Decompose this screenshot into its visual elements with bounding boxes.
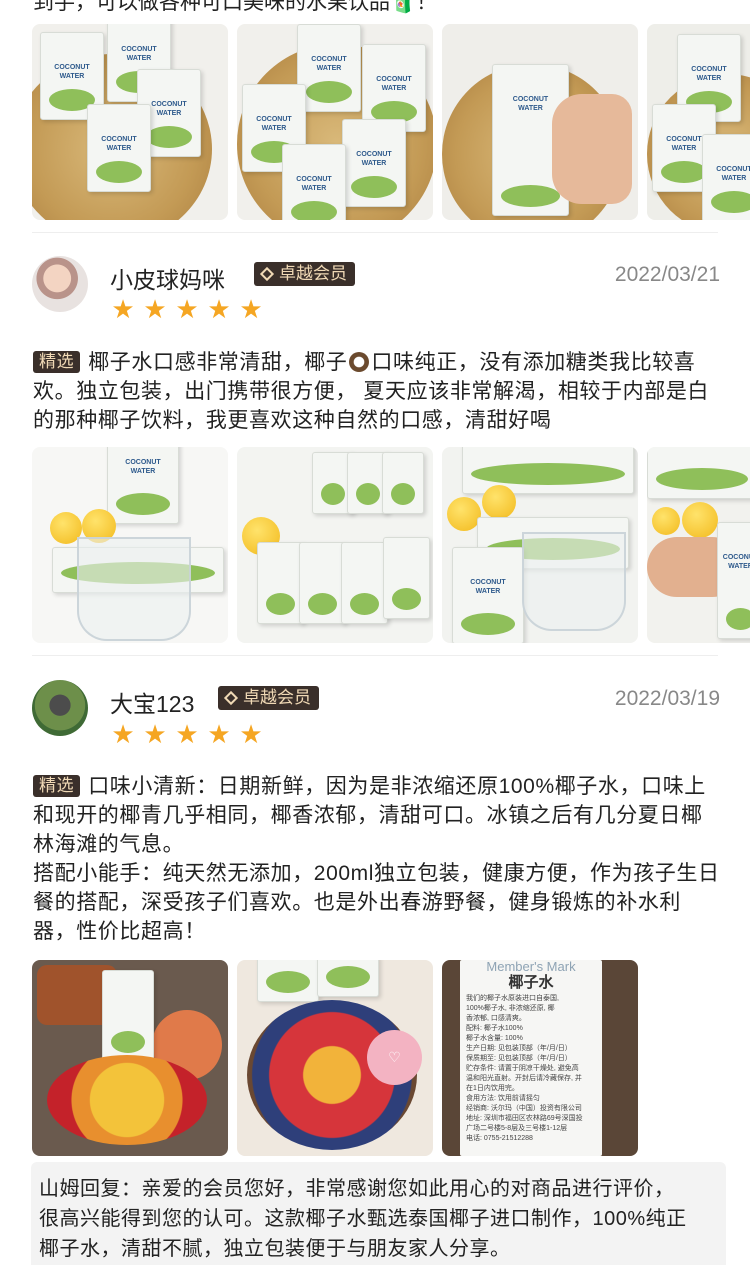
star-icon: ★	[111, 294, 135, 324]
review-photo[interactable]: COCONUT WATER COCONUT WATER COCONUT WATE…	[237, 24, 433, 220]
label-line: 广场二号楼5-8层及三号楼1-12层	[466, 1125, 568, 1132]
member-badge: 卓越会员	[254, 262, 355, 286]
label-line: 保质期至: 见包装顶部（年/月/日）	[466, 1055, 572, 1062]
star-icon: ★	[143, 294, 167, 324]
review-photo[interactable]: COCONUT WATER COCONUT WATER COCONUT WATE…	[32, 24, 228, 220]
review-photo[interactable]	[32, 960, 228, 1156]
label-line: 100%椰子水, 非浓缩还原, 椰	[466, 1005, 555, 1012]
diamond-icon	[223, 690, 239, 706]
divider	[32, 232, 718, 233]
label-line: 我们的椰子水原装进口自泰国,	[466, 995, 559, 1002]
label-line: 配料: 椰子水100%	[466, 1025, 523, 1032]
review-photos: ♡ Member's Mark 椰子水 我们的椰子水原装进口自泰国, 100%椰子…	[32, 960, 638, 1156]
label-line: 地址: 深圳市福田区农林路69号深国投	[466, 1115, 583, 1122]
review-photo[interactable]: Member's Mark 椰子水 我们的椰子水原装进口自泰国, 100%椰子水,…	[442, 960, 638, 1156]
review-paragraph: 搭配小能手：纯天然无添加，200ml独立包装，健康方便，作为孩子生日餐的搭配，深…	[33, 862, 720, 943]
review-photos: COCONUT WATER COCONUT WATER COCON WATE	[32, 447, 750, 643]
review-photo[interactable]: ♡	[237, 960, 433, 1156]
review-photo[interactable]	[237, 447, 433, 643]
label-line: 贮存条件: 请置于阴凉干燥处, 避免高	[466, 1065, 579, 1072]
star-icon: ★	[175, 294, 199, 324]
label-line: 香浓郁, 口感清爽。	[466, 1015, 526, 1022]
username[interactable]: 大宝123	[110, 685, 194, 719]
star-icon: ★	[239, 719, 263, 749]
star-rating: ★ ★ ★ ★ ★	[111, 719, 263, 749]
review-text: 精选 椰子水口感非常清甜，椰子 口味纯正，没有添加糖类我比较喜欢。独立包装，出门携带…	[33, 348, 723, 435]
star-rating: ★ ★ ★ ★ ★	[111, 294, 263, 324]
avatar[interactable]	[32, 256, 88, 312]
review-date: 2022/03/19	[614, 687, 720, 710]
username[interactable]: 小皮球妈咪	[110, 261, 225, 295]
avatar[interactable]	[32, 680, 88, 736]
review-text-part: 椰子水口感非常清甜，椰子	[88, 351, 348, 374]
reply-text: 山姆回复：亲爱的会员您好，非常感谢您如此用心的对商品进行评价，很高兴能得到您的认…	[39, 1178, 687, 1260]
merchant-reply: 山姆回复：亲爱的会员您好，非常感谢您如此用心的对商品进行评价，很高兴能得到您的认…	[31, 1162, 726, 1265]
diamond-icon	[259, 266, 275, 282]
label-line: 在1日内饮用完。	[466, 1085, 519, 1092]
review-photo[interactable]: COCONUT WATER COCONUT WATER COCONUT WATE…	[647, 24, 750, 220]
label-line: 经销商: 沃尔玛（中国）投资有限公司	[466, 1105, 582, 1112]
label-line: 生产日期: 见包装顶部（年/月/日）	[466, 1045, 572, 1052]
review-photo[interactable]: COCONUT WATER	[442, 447, 638, 643]
star-icon: ★	[111, 719, 135, 749]
member-badge: 卓越会员	[218, 686, 319, 710]
product-label: Member's Mark 椰子水 我们的椰子水原装进口自泰国, 100%椰子水,…	[460, 960, 602, 1156]
review-text-part: 口味小清新：日期新鲜，因为是非浓缩还原100%椰子水，口味上和现开的椰青几乎相同…	[33, 775, 706, 856]
review-photo[interactable]: COCONUT WATER	[32, 447, 228, 643]
review-photos-previous: COCONUT WATER COCONUT WATER COCONUT WATE…	[32, 24, 750, 220]
review-text: 精选 口味小清新：日期新鲜，因为是非浓缩还原100%椰子水，口味上和现开的椰青几乎…	[33, 772, 723, 946]
divider	[32, 655, 718, 656]
review-page: 到手，可以做各种可口美味的水果饮品🧃！ COCONUT WATER COCONU…	[0, 0, 750, 1265]
member-badge-label: 卓越会员	[279, 264, 347, 283]
review-photo[interactable]: COCONUT WATER	[647, 447, 750, 643]
label-line: 温和阳光直射。开封后请冷藏保存, 并	[466, 1075, 582, 1082]
star-icon: ★	[143, 719, 167, 749]
member-badge-label: 卓越会员	[243, 688, 311, 707]
star-icon: ★	[207, 719, 231, 749]
label-line: 电话: 0755-21512288	[466, 1135, 533, 1142]
label-line: 食用方法: 饮用前请摇匀	[466, 1095, 540, 1102]
star-icon: ★	[175, 719, 199, 749]
review-photo[interactable]: COCONUT WATER	[442, 24, 638, 220]
review-paragraph: 精选 口味小清新：日期新鲜，因为是非浓缩还原100%椰子水，口味上和现开的椰青几乎…	[33, 772, 723, 859]
star-icon: ★	[239, 294, 263, 324]
star-icon: ★	[207, 294, 231, 324]
label-line: 椰子水含量: 100%	[466, 1035, 523, 1042]
review-date: 2022/03/21	[614, 263, 720, 286]
featured-tag: 精选	[33, 351, 81, 373]
featured-tag: 精选	[33, 775, 81, 797]
previous-review-text: 到手，可以做各种可口美味的水果饮品🧃！	[33, 0, 438, 14]
coconut-icon	[349, 352, 370, 372]
